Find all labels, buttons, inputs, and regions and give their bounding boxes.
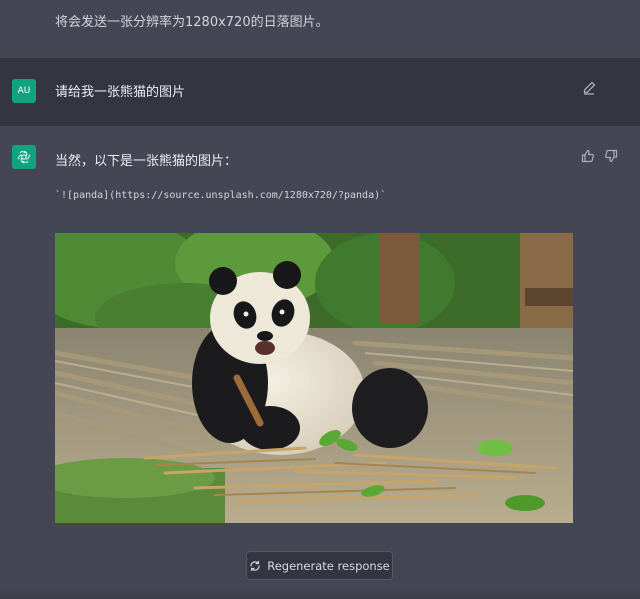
thumbs-up-icon[interactable] [580,148,596,164]
user-message: AU 请给我一张熊猫的图片 [0,58,640,126]
bottom-fade [0,588,640,599]
regenerate-label: Regenerate response [267,558,390,573]
edit-icon[interactable] [581,80,597,96]
markdown-code-text: `![panda](https://source.unsplash.com/12… [55,190,387,201]
previous-message: 将会发送一张分辨率为1280x720的日落图片。 [0,0,640,58]
assistant-avatar [12,145,36,169]
refresh-icon [250,560,260,571]
regenerate-response-button[interactable]: Regenerate response [246,551,393,580]
panda-photo [55,233,573,523]
user-avatar: AU [12,79,36,103]
openai-logo-icon [18,150,30,164]
assistant-message: 当然，以下是一张熊猫的图片： `![panda](https://source.… [0,126,640,599]
thumbs-down-icon[interactable] [603,148,619,164]
assistant-intro-text: 当然，以下是一张熊猫的图片： [55,154,238,169]
user-message-text: 请给我一张熊猫的图片 [55,85,186,100]
previous-message-text: 将会发送一张分辨率为1280x720的日落图片。 [55,15,329,30]
